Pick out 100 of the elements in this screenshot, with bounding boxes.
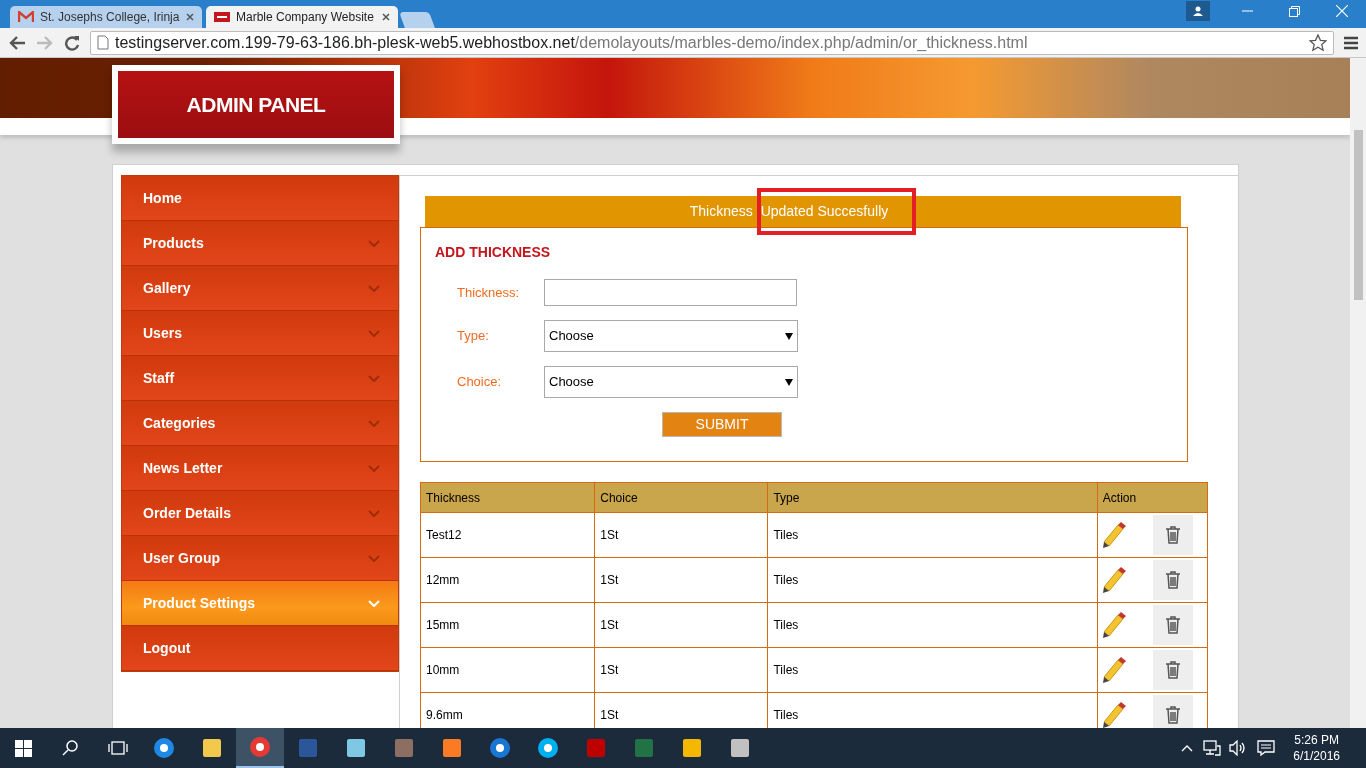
table-cell: 1St xyxy=(594,557,768,603)
highlight-box: Updated Succesfully xyxy=(756,188,917,235)
table-cell: 1St xyxy=(594,512,768,558)
chevron-up-icon[interactable] xyxy=(1181,744,1194,752)
delete-button[interactable] xyxy=(1153,605,1193,645)
circle-app-icon xyxy=(537,737,559,759)
sidebar-item[interactable]: Order Details xyxy=(122,491,398,536)
url-text: testingserver.com.199-79-63-186.bh-plesk-web5.webhostbox.net/demolayouts/marbles-demo/index.php/admin/or_thickness.html xyxy=(115,32,1028,53)
text-input-field[interactable] xyxy=(544,279,797,306)
circle-app-icon xyxy=(489,737,511,759)
sidebar-item[interactable]: Gallery xyxy=(122,266,398,311)
clock-date[interactable]: 6/1/2016 xyxy=(1293,748,1340,764)
table-cell: 1St xyxy=(594,647,768,693)
sidebar-item[interactable]: Logout xyxy=(122,626,398,671)
square-app-icon xyxy=(297,737,319,759)
square-app-icon xyxy=(633,737,655,759)
form-title: ADD THICKNESS xyxy=(435,243,552,262)
submit-button[interactable]: SUBMIT xyxy=(662,412,782,437)
sidebar-item[interactable]: News Letter xyxy=(122,446,398,491)
sidebar-item[interactable]: Staff xyxy=(122,356,398,401)
table-cell: Tiles xyxy=(767,602,1098,648)
sidebar-item[interactable]: Users xyxy=(122,311,398,356)
column-header: Thickness xyxy=(420,482,595,513)
square-app-icon xyxy=(729,737,751,759)
column-header: Choice xyxy=(594,482,768,513)
status-message: Thickness xyxy=(689,202,754,221)
address-bar[interactable]: testingserver.com.199-79-63-186.bh-plesk-web5.webhostbox.net/demolayouts/marbles-demo/index.php/admin/or_thickness.html xyxy=(90,30,1334,55)
delete-button[interactable] xyxy=(1153,515,1193,555)
person-icon xyxy=(1193,6,1203,16)
column-header: Action xyxy=(1097,482,1208,513)
search-icon[interactable] xyxy=(62,740,78,756)
square-app-icon xyxy=(201,737,223,759)
field-label: Choice: xyxy=(457,373,503,392)
square-app-icon xyxy=(393,737,415,759)
sidebar-item[interactable]: Products xyxy=(122,221,398,266)
table-cell: Tiles xyxy=(767,557,1098,603)
sidebar-item[interactable]: Home xyxy=(122,176,398,221)
chevron-down-icon xyxy=(368,239,380,247)
table-cell: 12mm xyxy=(420,557,595,603)
dropdown-arrow-icon xyxy=(785,378,793,386)
column-header: Type xyxy=(767,482,1098,513)
field-label: Thickness: xyxy=(457,283,521,302)
trash-icon xyxy=(1165,706,1181,724)
table-cell: 15mm xyxy=(420,602,595,648)
table-cell: Tiles xyxy=(767,512,1098,558)
admin-panel-logo: ADMIN PANEL xyxy=(118,71,394,138)
chevron-down-icon xyxy=(368,554,380,562)
table-cell: Test12 xyxy=(420,512,595,558)
table-cell: 1St xyxy=(594,602,768,648)
close-icon[interactable] xyxy=(1336,5,1348,17)
square-app-icon xyxy=(681,737,703,759)
trash-icon xyxy=(1165,571,1181,589)
sidebar-item[interactable]: Product Settings xyxy=(122,581,398,626)
square-app-icon xyxy=(345,737,367,759)
speaker-icon[interactable] xyxy=(1229,740,1248,756)
sidebar-item[interactable]: User Group xyxy=(122,536,398,581)
square-app-icon xyxy=(441,737,463,759)
notification-icon[interactable] xyxy=(1257,740,1276,756)
circle-app-icon xyxy=(153,737,175,759)
close-tab-icon[interactable] xyxy=(382,13,390,21)
delete-button[interactable] xyxy=(1153,560,1193,600)
dropdown[interactable]: Choose xyxy=(544,320,798,352)
delete-button[interactable] xyxy=(1153,695,1193,728)
profile-button[interactable] xyxy=(1186,1,1210,21)
browser-tab[interactable]: Marble Company Website xyxy=(206,6,398,28)
new-tab-button[interactable] xyxy=(399,12,435,28)
trash-icon xyxy=(1165,616,1181,634)
trash-icon xyxy=(1165,661,1181,679)
scrollbar[interactable] xyxy=(1350,58,1366,728)
table-cell: Tiles xyxy=(767,647,1098,693)
reload-icon[interactable] xyxy=(64,34,80,51)
table-cell: 10mm xyxy=(420,647,595,693)
trash-icon xyxy=(1165,526,1181,544)
restore-icon[interactable] xyxy=(1289,5,1300,17)
square-app-icon xyxy=(585,737,607,759)
clock-time[interactable]: 5:26 PM xyxy=(1294,732,1339,748)
chevron-down-icon xyxy=(368,599,380,607)
chevron-down-icon xyxy=(368,419,380,427)
site-favicon-icon xyxy=(214,12,230,22)
dropdown[interactable]: Choose xyxy=(544,366,798,398)
sidebar-item[interactable]: Categories xyxy=(122,401,398,446)
network-icon[interactable] xyxy=(1203,740,1222,756)
back-icon[interactable] xyxy=(8,34,26,51)
close-tab-icon[interactable] xyxy=(186,13,194,21)
dropdown-arrow-icon xyxy=(785,332,793,340)
field-label: Type: xyxy=(457,327,490,346)
windows-start-icon[interactable] xyxy=(15,739,32,757)
chevron-down-icon xyxy=(368,329,380,337)
chevron-down-icon xyxy=(368,284,380,292)
chevron-down-icon xyxy=(368,464,380,472)
taskbar-app-button[interactable] xyxy=(236,728,284,768)
delete-button[interactable] xyxy=(1153,650,1193,690)
chevron-down-icon xyxy=(368,374,380,382)
circle-app-icon xyxy=(249,736,271,758)
mail-icon xyxy=(18,11,34,23)
page-icon xyxy=(97,35,109,50)
chevron-down-icon xyxy=(368,509,380,517)
task-view-icon[interactable] xyxy=(108,740,128,756)
star-icon[interactable] xyxy=(1309,33,1327,52)
menu-icon[interactable] xyxy=(1344,35,1358,50)
